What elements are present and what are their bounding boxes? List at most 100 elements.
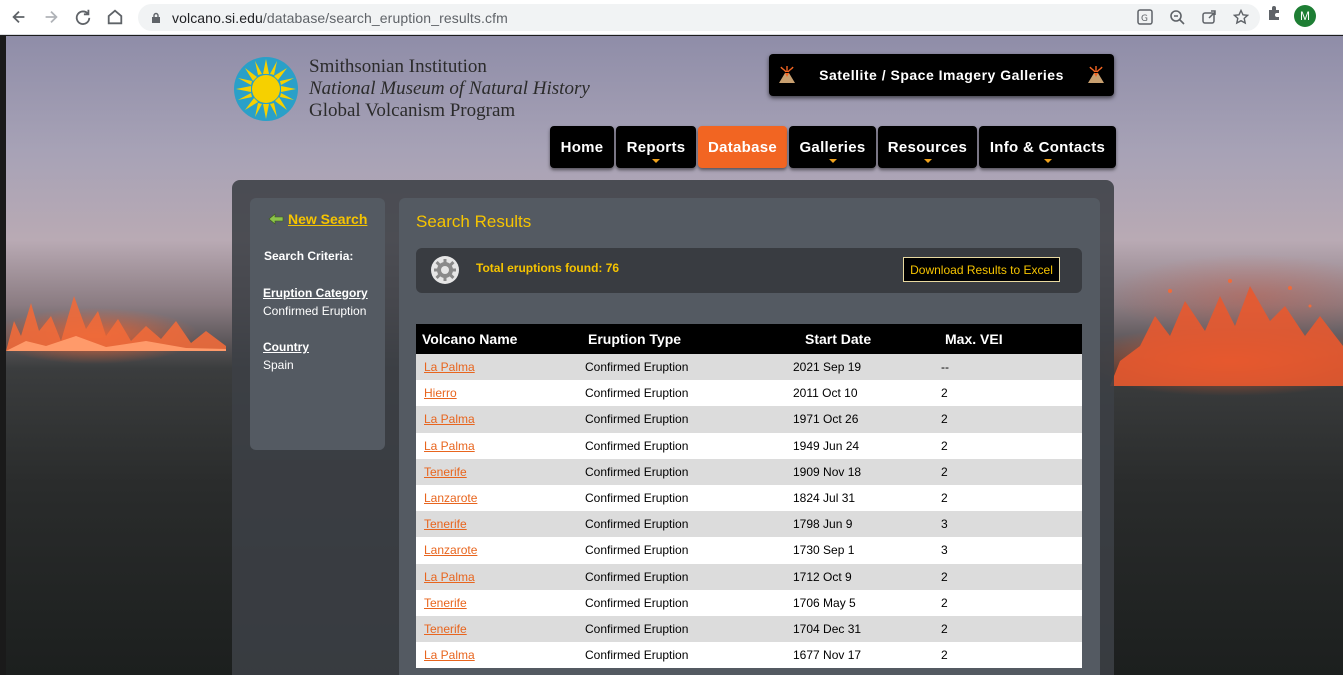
new-search-label[interactable]: New Search [288,211,367,227]
dropdown-caret-icon [923,159,932,163]
volcano-link[interactable]: Tenerife [424,517,467,531]
cell-max-vei: 2 [941,595,948,610]
table-row: Lanzarote Confirmed Eruption 1730 Sep 1 3 [416,537,1082,564]
cell-max-vei: 2 [941,569,948,584]
criteria-label-country: Country [263,340,309,354]
table-row: La Palma Confirmed Eruption 2021 Sep 19 -- [416,354,1082,381]
cell-start-date: 2021 Sep 19 [793,360,862,375]
volcano-link[interactable]: La Palma [424,648,475,662]
criteria-label-category: Eruption Category [263,286,368,300]
table-row: La Palma Confirmed Eruption 1949 Jun 24 2 [416,432,1082,459]
cell-start-date: 1704 Dec 31 [793,621,862,636]
page-background: Smithsonian Institution National Museum … [0,36,1343,675]
menu-home-label: Home [560,138,604,156]
criteria-value-category: Confirmed Eruption [263,304,367,318]
translate-icon[interactable]: G [1136,8,1154,26]
column-header-volcano[interactable]: Volcano Name [416,331,580,347]
menu-resources-label: Resources [887,138,968,156]
cell-eruption-type: Confirmed Eruption [585,543,689,558]
cell-volcano-name: La Palma [416,439,580,453]
cell-max-vei: 3 [941,543,948,558]
volcano-link[interactable]: Lanzarote [424,491,477,505]
table-row: Tenerife Confirmed Eruption 1704 Dec 31 2 [416,615,1082,643]
table-row: Tenerife Confirmed Eruption 1798 Jun 9 3 [416,511,1082,538]
volcano-link[interactable]: Tenerife [424,596,467,610]
menu-galleries-label: Galleries [799,138,866,156]
table-row: Tenerife Confirmed Eruption 1909 Nov 18 2 [416,458,1082,485]
menu-database-label: Database [707,138,778,156]
menu-resources[interactable]: Resources [878,126,977,168]
volcano-link[interactable]: Tenerife [424,622,467,636]
table-row: La Palma Confirmed Eruption 1971 Oct 26 2 [416,406,1082,433]
table-body: La Palma Confirmed Eruption 2021 Sep 19 -- H… [416,354,1082,669]
menu-database[interactable]: Database [698,126,787,168]
satellite-imagery-button[interactable]: Satellite / Space Imagery Galleries [769,54,1114,96]
cell-volcano-name: La Palma [416,412,580,426]
volcano-link[interactable]: Hierro [424,386,457,400]
dropdown-caret-icon [828,159,837,163]
url-text: volcano.si.edu/database/search_eruption_… [172,9,508,26]
cell-volcano-name: Lanzarote [416,543,580,557]
menu-home[interactable]: Home [550,126,614,168]
cell-max-vei: 2 [941,464,948,479]
volcano-link[interactable]: La Palma [424,412,475,426]
logo-line-museum: National Museum of Natural History [309,78,590,99]
download-excel-button[interactable]: Download Results to Excel [903,257,1060,282]
page-edge [0,36,6,675]
home-icon[interactable] [99,1,131,33]
cell-max-vei: 2 [941,621,948,636]
zoom-icon[interactable] [1168,8,1186,26]
lava-fountain-left [6,296,226,351]
table-row: La Palma Confirmed Eruption 1712 Oct 9 2 [416,563,1082,590]
sun-logo-icon [234,57,298,121]
menu-info-contacts-label: Info & Contacts [989,138,1106,156]
volcano-link[interactable]: La Palma [424,360,475,374]
volcano-icon [779,66,796,83]
cell-eruption-type: Confirmed Eruption [585,648,689,663]
cell-eruption-type: Confirmed Eruption [585,438,689,453]
cell-start-date: 1949 Jun 24 [793,438,860,453]
reload-icon[interactable] [67,1,99,33]
menu-info-contacts[interactable]: Info & Contacts [979,126,1116,168]
cell-max-vei: 2 [941,386,948,401]
volcano-link[interactable]: Lanzarote [424,543,477,557]
menu-reports[interactable]: Reports [616,126,696,168]
logo-line-program: Global Volcanism Program [309,100,516,121]
cell-start-date: 1677 Nov 17 [793,648,862,663]
bookmark-star-icon[interactable] [1232,8,1250,26]
cell-start-date: 1798 Jun 9 [793,517,853,532]
cell-eruption-type: Confirmed Eruption [585,595,689,610]
cell-volcano-name: Lanzarote [416,491,580,505]
forward-icon[interactable] [35,1,67,33]
new-search-link[interactable]: New Search [268,211,367,227]
volcano-link[interactable]: La Palma [424,570,475,584]
share-icon[interactable] [1200,8,1218,26]
cell-max-vei: 2 [941,491,948,506]
dropdown-caret-icon [1043,159,1052,163]
cell-max-vei: -- [941,360,949,375]
column-header-date[interactable]: Start Date [788,331,936,347]
cell-volcano-name: Tenerife [416,622,580,636]
dropdown-caret-icon [652,159,660,163]
column-header-type[interactable]: Eruption Type [580,331,788,347]
cell-volcano-name: Tenerife [416,596,580,610]
back-icon[interactable] [3,1,35,33]
cell-eruption-type: Confirmed Eruption [585,517,689,532]
volcano-link[interactable]: Tenerife [424,465,467,479]
lock-icon [152,12,160,23]
column-header-vei[interactable]: Max. VEI [936,331,1082,347]
criteria-value-country: Spain [263,358,294,372]
address-bar[interactable]: volcano.si.edu/database/search_eruption_… [138,4,1260,31]
smithsonian-logo[interactable]: Smithsonian Institution National Museum … [233,56,613,126]
cell-start-date: 1824 Jul 31 [793,491,856,506]
volcano-icon [1087,66,1104,83]
search-sidebar [250,198,385,450]
profile-avatar[interactable]: M [1294,4,1316,27]
table-row: Lanzarote Confirmed Eruption 1824 Jul 31 2 [416,484,1082,512]
extensions-icon[interactable] [1266,4,1284,27]
table-row: Hierro Confirmed Eruption 2011 Oct 10 2 [416,380,1082,407]
menu-galleries[interactable]: Galleries [789,126,876,168]
volcano-link[interactable]: La Palma [424,439,475,453]
eruption-count: Total eruptions found: 76 [476,261,620,275]
satellite-imagery-label: Satellite / Space Imagery Galleries [819,67,1064,83]
